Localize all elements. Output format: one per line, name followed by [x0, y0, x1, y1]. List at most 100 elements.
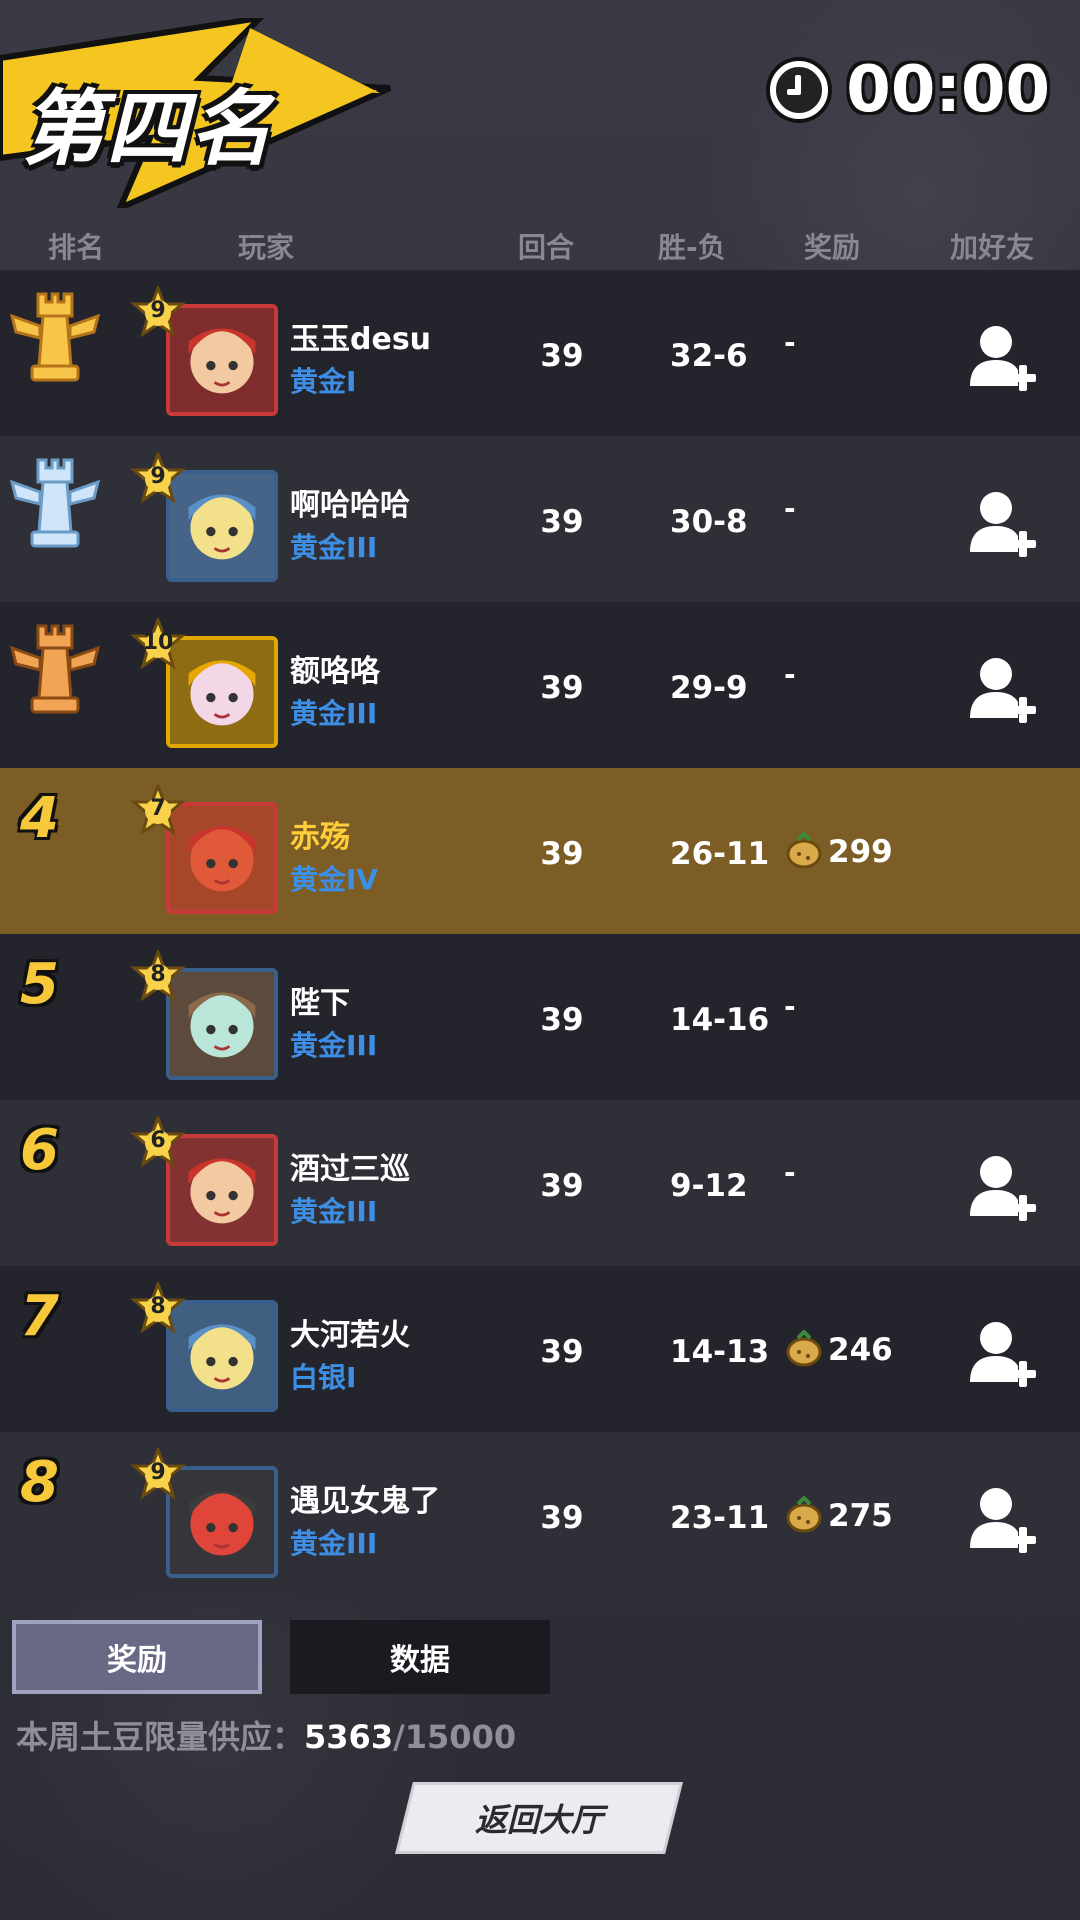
table-row: 9 啊哈哈哈 黄金III 39 30-8 - — [0, 436, 1080, 602]
rank-number: 8 — [20, 1450, 59, 1515]
potato-coin-icon — [786, 832, 822, 869]
level-star-badge: 10 — [129, 615, 187, 674]
reward: 246 — [784, 1330, 893, 1370]
table-row: 8 9 遇见女鬼了 黄金III 39 23-11 275 — [0, 1432, 1080, 1598]
rounds-value: 39 — [540, 836, 584, 872]
add-friend-icon[interactable] — [968, 488, 1038, 558]
player-name[interactable]: 大河若火 — [290, 1310, 410, 1354]
level-star-badge: 9 — [129, 449, 187, 508]
level-star-badge: 9 — [129, 283, 187, 342]
win-loss-value: 14-13 — [670, 1334, 770, 1370]
silver-rook-medal-icon — [10, 458, 100, 548]
table-row: 6 6 酒过三巡 黄金III 39 9-12 - — [0, 1100, 1080, 1266]
placement-title: 第四名 — [22, 82, 274, 177]
reward-value: 246 — [828, 1332, 893, 1368]
reward-value: - — [784, 658, 796, 691]
player-name[interactable]: 额咯咯 — [290, 646, 380, 690]
add-friend-icon[interactable] — [968, 1318, 1038, 1388]
player-name[interactable]: 玉玉desu — [290, 314, 431, 358]
rounds-value: 39 — [540, 1168, 584, 1204]
gold-rook-medal-icon — [10, 292, 100, 382]
win-loss-value: 26-11 — [670, 836, 770, 872]
win-loss-value: 9-12 — [670, 1168, 748, 1204]
win-loss-value: 29-9 — [670, 670, 748, 706]
tab-stats[interactable]: 数据 — [290, 1620, 550, 1694]
col-win-loss: 胜-负 — [658, 231, 726, 264]
table-row: 5 8 陛下 黄金III 39 14-16- — [0, 934, 1080, 1100]
table-row: 10 额咯咯 黄金III 39 29-9 - — [0, 602, 1080, 768]
rounds-value: 39 — [540, 338, 584, 374]
reward-value: 299 — [828, 834, 893, 870]
level-number: 10 — [142, 630, 174, 655]
player-name[interactable]: 酒过三巡 — [290, 1144, 410, 1188]
level-star-badge: 9 — [129, 1445, 187, 1504]
table-row: 4 7 赤殇 黄金IV 39 26-11 299 — [0, 768, 1080, 934]
rounds-value: 39 — [540, 1500, 584, 1536]
timer: 00:00 — [770, 53, 1050, 127]
tab-reward[interactable]: 奖励 — [12, 1620, 262, 1694]
table-row: 9 玉玉desu 黄金I 39 32-6 - — [0, 270, 1080, 436]
add-friend-icon[interactable] — [968, 322, 1038, 392]
level-number: 9 — [150, 298, 166, 323]
player-name[interactable]: 陛下 — [290, 978, 350, 1022]
level-star-badge: 6 — [129, 1113, 187, 1172]
level-number: 9 — [150, 464, 166, 489]
win-loss-value: 23-11 — [670, 1500, 770, 1536]
quota-current: 5363 — [304, 1718, 394, 1756]
table-row: 7 8 大河若火 白银I 39 14-13 246 — [0, 1266, 1080, 1432]
timer-text: 00:00 — [846, 53, 1050, 127]
level-number: 8 — [150, 1294, 166, 1319]
player-tier: 黄金III — [290, 1029, 378, 1062]
col-add-friend: 加好友 — [950, 231, 1035, 264]
back-to-lobby-button[interactable]: 返回大厅 — [395, 1782, 683, 1854]
player-tier: 白银I — [290, 1361, 357, 1394]
level-star-badge: 8 — [129, 1279, 187, 1338]
add-friend-icon[interactable] — [968, 654, 1038, 724]
col-rounds: 回合 — [518, 231, 575, 264]
quota-label: 本周土豆限量供应： — [16, 1718, 305, 1756]
bronze-rook-medal-icon — [10, 624, 100, 714]
quota-total: /15000 — [393, 1718, 517, 1756]
col-player: 玩家 — [238, 231, 295, 264]
reward: 275 — [784, 1496, 893, 1536]
player-tier: 黄金III — [290, 1527, 378, 1560]
clock-icon — [770, 61, 829, 119]
col-rank: 排名 — [48, 231, 105, 264]
reward-value: - — [784, 326, 796, 359]
player-name[interactable]: 遇见女鬼了 — [290, 1476, 440, 1520]
col-reward: 奖励 — [804, 231, 861, 264]
player-tier: 黄金I — [290, 365, 357, 398]
weekly-quota: 本周土豆限量供应：5363/15000 — [16, 1712, 516, 1758]
player-tier: 黄金III — [290, 697, 378, 730]
potato-coin-icon — [786, 1330, 822, 1367]
level-star-badge: 7 — [129, 781, 187, 840]
player-name[interactable]: 赤殇 — [290, 812, 350, 856]
reward: 299 — [784, 832, 893, 872]
player-tier: 黄金III — [290, 531, 378, 564]
reward-value: - — [784, 1156, 796, 1189]
rank-number: 4 — [20, 786, 59, 851]
column-headers: 排名 玩家 回合 胜-负 奖励 加好友 — [0, 226, 1080, 266]
level-number: 6 — [150, 1128, 166, 1153]
win-loss-value: 32-6 — [670, 338, 748, 374]
win-loss-value: 30-8 — [670, 504, 748, 540]
reward-value: 275 — [828, 1498, 893, 1534]
player-tier: 黄金IV — [290, 863, 379, 896]
add-friend-icon[interactable] — [968, 1152, 1038, 1222]
rounds-value: 39 — [540, 670, 584, 706]
level-star-badge: 8 — [129, 947, 187, 1006]
level-number: 7 — [150, 796, 166, 821]
level-number: 9 — [150, 1460, 166, 1485]
rank-number: 5 — [20, 952, 59, 1017]
player-tier: 黄金III — [290, 1195, 378, 1228]
add-friend-icon[interactable] — [968, 1484, 1038, 1554]
rounds-value: 39 — [540, 504, 584, 540]
rank-number: 7 — [20, 1284, 59, 1349]
potato-coin-icon — [786, 1496, 822, 1533]
reward-value: - — [784, 492, 796, 525]
back-to-lobby-label: 返回大厅 — [474, 1801, 603, 1839]
player-name[interactable]: 啊哈哈哈 — [290, 480, 410, 524]
rounds-value: 39 — [540, 1002, 584, 1038]
win-loss-value: 14-16 — [670, 1002, 770, 1038]
rank-number: 6 — [20, 1118, 59, 1183]
